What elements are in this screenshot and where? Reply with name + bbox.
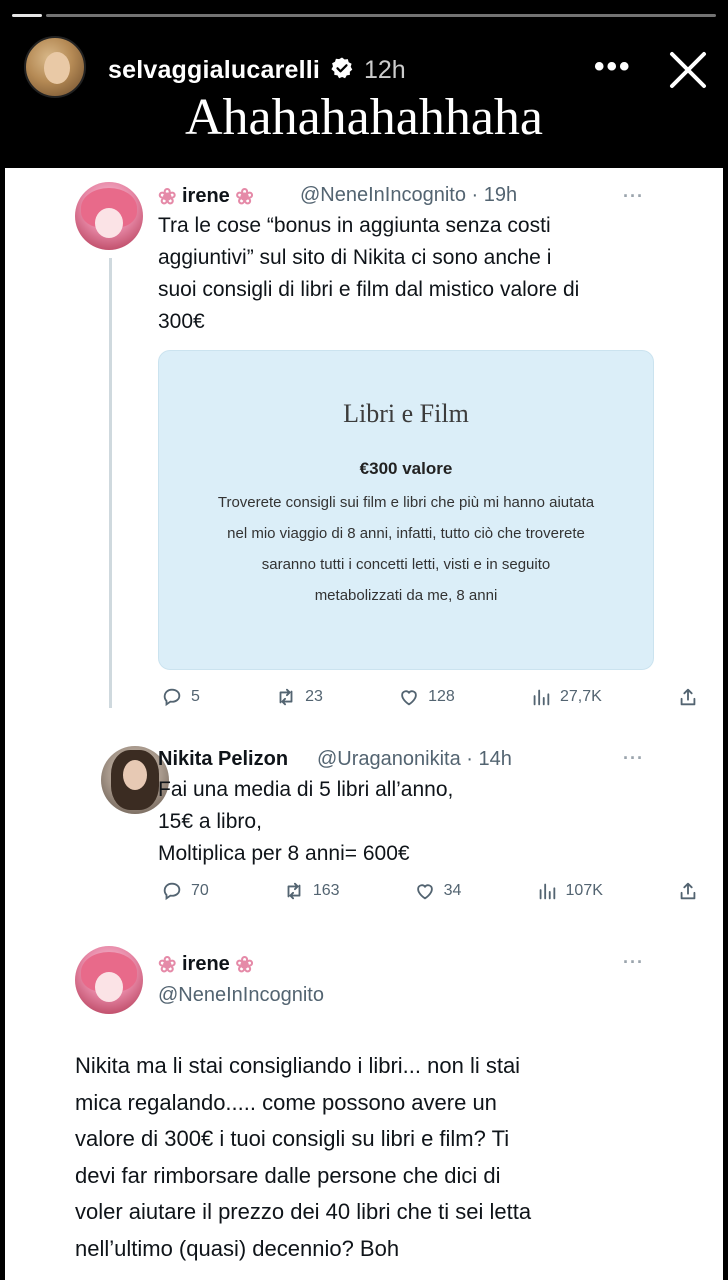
tweet-text-line: Moltiplica per 8 anni= 600€ — [158, 842, 410, 865]
verified-badge-icon — [331, 57, 353, 79]
embed-desc-line: Troverete consigli sui film e libri che … — [217, 494, 595, 511]
share-icon — [680, 882, 696, 900]
share-button[interactable] — [677, 686, 699, 708]
flower-emoji-icon: ❀ — [158, 184, 177, 209]
tweet-author-name: Nikita Pelizon — [158, 748, 289, 770]
tweet-actions: 70 163 34 107K — [161, 878, 699, 904]
share-button[interactable] — [677, 880, 699, 902]
story-progress-bar — [12, 14, 716, 17]
heart-icon — [401, 690, 417, 706]
views-icon — [533, 689, 550, 706]
reply-button[interactable]: 70 — [161, 880, 209, 902]
tweet-text-line: Nikita ma li stai consigliando i libri..… — [75, 1053, 521, 1078]
reply-count: 70 — [191, 882, 209, 899]
tweet-text-line: aggiuntivi” sul sito di Nikita ci sono a… — [158, 246, 552, 269]
tweet-2: Nikita Pelizon @Uraganonikita · 14h ··· … — [5, 728, 723, 928]
tweet-text: Tra le cose “bonus in aggiunta senza cos… — [158, 210, 658, 338]
like-button[interactable]: 128 — [398, 686, 455, 708]
tweet-text-line: suoi consigli di libri e film dal mistic… — [158, 278, 580, 301]
flower-emoji-icon: ❀ — [235, 184, 254, 209]
tweet-screenshot: ❀ irene ❀ @NeneInIncognito · 19h ··· Tra… — [5, 168, 723, 1280]
like-count: 34 — [443, 882, 462, 899]
progress-segment — [46, 14, 716, 17]
tweet-handle: @NeneInIncognito · 19h — [300, 184, 517, 207]
avatar[interactable] — [75, 182, 143, 250]
retweet-button[interactable]: 23 — [275, 686, 323, 708]
views-count: 107K — [565, 882, 603, 899]
retweet-count: 23 — [305, 688, 323, 705]
story-caption: Ahahahahahhaha — [184, 89, 544, 146]
tweet-text-line: Fai una media di 5 libri all’anno, — [158, 778, 454, 801]
share-icon — [680, 688, 696, 706]
tweet-text-line: voler aiutare il prezzo dei 40 libri che… — [75, 1199, 532, 1224]
thread-line — [109, 258, 112, 708]
tweet-actions: 5 23 128 27,7K — [161, 684, 699, 710]
embed-desc-line: saranno tutti i concetti letti, visti e … — [261, 556, 551, 573]
embed-description: Troverete consigli sui film e libri che … — [175, 487, 637, 611]
embed-price: €300 valore — [359, 459, 453, 478]
retweet-button[interactable]: 163 — [283, 880, 340, 902]
like-count: 128 — [428, 688, 455, 705]
reply-count: 5 — [191, 688, 200, 705]
more-icon[interactable]: ··· — [623, 186, 644, 207]
tweet-handle: @NeneInIncognito — [158, 984, 324, 1006]
tweet-time: · 14h — [466, 748, 512, 770]
author-name-text: irene — [182, 953, 230, 975]
close-icon[interactable] — [664, 46, 712, 94]
retweet-icon — [287, 882, 301, 900]
story-username[interactable]: selvaggialucarelli — [108, 56, 320, 85]
flower-emoji-icon: ❀ — [158, 952, 177, 977]
like-button[interactable]: 34 — [414, 880, 462, 902]
more-horizontal-icon[interactable]: ••• — [594, 50, 632, 84]
handle-text: @Uraganonikita — [317, 748, 461, 770]
tweet-text-line: 300€ — [158, 310, 205, 333]
flower-emoji-icon: ❀ — [235, 952, 254, 977]
tweet-text-line: Tra le cose “bonus in aggiunta senza cos… — [158, 214, 551, 237]
tweet-text-line: devi far rimborsare dalle persone che di… — [75, 1162, 501, 1188]
tweet-author-name: ❀ irene ❀ — [158, 952, 254, 978]
retweet-icon — [279, 688, 293, 706]
tweet-text: Nikita ma li stai consigliando i libri..… — [75, 1048, 635, 1267]
views-button[interactable]: 107K — [536, 880, 603, 902]
tweet-1: ❀ irene ❀ @NeneInIncognito · 19h ··· Tra… — [5, 168, 723, 728]
tweet-text-line: nell’ultimo (quasi) decennio? Boh — [75, 1235, 400, 1261]
views-icon — [539, 883, 555, 900]
tweet-time: · 19h — [471, 184, 518, 206]
retweet-count: 163 — [312, 882, 340, 899]
tweet-author-name: ❀ irene ❀ — [158, 184, 254, 210]
tweet-text-line: valore di 300€ i tuoi consigli su libri … — [75, 1126, 510, 1151]
embed-desc-line: nel mio viaggio di 8 anni, infatti, tutt… — [227, 525, 585, 542]
tweet-text-line: 15€ a libro, — [158, 810, 262, 833]
embed-title: Libri e Film — [343, 399, 469, 428]
heart-icon — [416, 884, 433, 900]
more-icon[interactable]: ··· — [623, 748, 644, 769]
avatar[interactable] — [75, 946, 143, 1014]
progress-segment-done — [12, 14, 42, 17]
more-icon[interactable]: ··· — [623, 952, 644, 973]
views-button[interactable]: 27,7K — [530, 686, 602, 708]
embedded-image-card[interactable]: Libri e Film €300 valore Troverete consi… — [158, 350, 654, 670]
reply-icon — [163, 882, 181, 901]
tweet-handle: @Uraganonikita · 14h — [317, 748, 512, 771]
story-time: 12h — [364, 56, 406, 84]
views-count: 27,7K — [559, 688, 602, 705]
reply-button[interactable]: 5 — [161, 686, 200, 708]
tweet-text: Fai una media di 5 libri all’anno, 15€ a… — [158, 774, 658, 870]
handle-text: @NeneInIncognito — [300, 184, 466, 206]
author-name-text: irene — [182, 185, 230, 207]
tweet-text-line: mica regalando..... come possono avere u… — [75, 1089, 497, 1115]
embed-desc-line: metabolizzati da me, 8 anni — [314, 587, 498, 604]
reply-icon — [163, 688, 181, 707]
